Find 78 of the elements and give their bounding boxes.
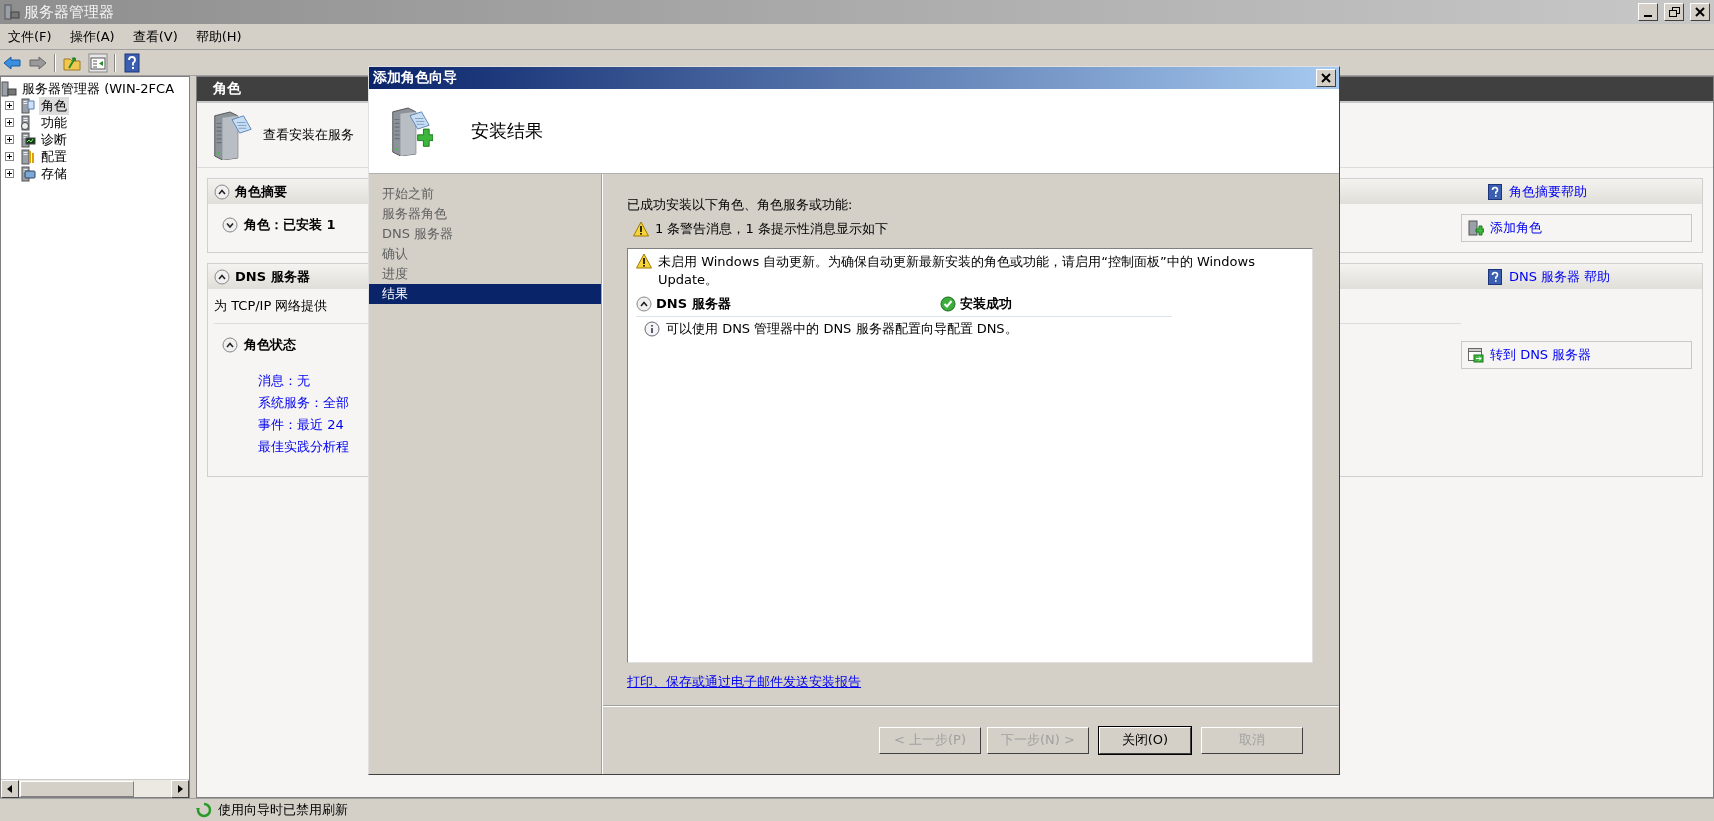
restore-icon (1668, 7, 1680, 17)
info-text: 可以使用 DNS 管理器中的 DNS 服务器配置向导配置 DNS。 (666, 320, 1018, 338)
help-link[interactable]: 角色摘要帮助 (1487, 182, 1702, 201)
collapse-icon[interactable] (222, 217, 238, 233)
server-icon (20, 148, 36, 165)
page-heading: 安装结果 (471, 119, 543, 143)
collapse-icon[interactable] (214, 268, 230, 285)
refresh-icon (196, 802, 212, 818)
wizard-step: 开始之前 (369, 184, 601, 204)
wizard-step: 进度 (369, 264, 601, 284)
wizard-step: 服务器角色 (369, 204, 601, 224)
show-tree-icon[interactable] (88, 52, 108, 73)
close-button[interactable] (1690, 3, 1710, 21)
window-title: 服务器管理器 (24, 2, 114, 22)
restore-button[interactable] (1664, 3, 1684, 21)
section-text: 为 TCP/IP 网络提供 (214, 298, 328, 313)
install-status: 安装成功 (960, 295, 1012, 313)
server-icon (20, 131, 36, 148)
collapse-icon[interactable] (636, 296, 652, 312)
report-link[interactable]: 打印、保存或通过电子邮件发送安装报告 (627, 673, 861, 691)
expand-icon[interactable] (5, 169, 14, 178)
add-role-icon (1468, 220, 1484, 236)
tree-item[interactable]: 角色 (39, 96, 69, 115)
help-icon[interactable] (122, 52, 142, 73)
scroll-left-icon[interactable] (1, 779, 19, 798)
help-icon (1487, 183, 1503, 200)
tree-item[interactable]: 功能 (39, 113, 69, 132)
description: 查看安装在服务 (263, 126, 354, 144)
warning-text: 未启用 Windows 自动更新。为确保自动更新最新安装的角色或功能，请启用“控制面板”中的 Windows Update。 (658, 253, 1256, 289)
close-button[interactable] (1316, 69, 1336, 87)
tree-item[interactable]: 存储 (39, 164, 69, 183)
collapse-icon[interactable] (214, 183, 230, 200)
warning-icon (633, 221, 649, 237)
minimize-button[interactable] (1638, 3, 1658, 21)
menu-item[interactable]: 查看(V) (124, 25, 186, 48)
scroll-right-icon[interactable] (171, 779, 189, 798)
status-link[interactable]: 消息：无 (258, 372, 310, 390)
section-title: DNS 服务器 (235, 267, 310, 286)
app-icon (4, 4, 20, 20)
close-icon (1321, 73, 1331, 83)
status-link[interactable]: 最佳实践分析程 (258, 438, 349, 456)
tree-item[interactable]: 服务器管理器 (WIN-2FCA (20, 79, 177, 98)
tree-item[interactable]: 配置 (39, 147, 69, 166)
expand-icon[interactable] (5, 101, 14, 110)
server-icon (20, 165, 36, 182)
status-text: 使用向导时已禁用刷新 (218, 801, 348, 819)
tree-item[interactable]: 诊断 (39, 130, 69, 149)
help-link[interactable]: DNS 服务器 帮助 (1487, 267, 1702, 286)
status-link[interactable]: 事件：最近 24 (258, 416, 344, 434)
menu-item[interactable]: 操作(A) (61, 25, 123, 48)
collapse-icon[interactable] (222, 337, 238, 353)
go-to-icon (1468, 347, 1484, 363)
success-icon (940, 296, 956, 312)
wizard-step: 结果 (369, 284, 601, 304)
expand-icon[interactable] (5, 135, 14, 144)
menu-item[interactable]: 文件(F) (0, 25, 60, 48)
wizard-step: 确认 (369, 244, 601, 264)
subsection-title: 角色状态 (244, 336, 296, 354)
expand-icon[interactable] (5, 152, 14, 161)
info-icon (644, 321, 660, 337)
summary-text: 已成功安装以下角色、角色服务或功能: (627, 196, 854, 214)
action-link[interactable]: 转到 DNS 服务器 (1461, 341, 1692, 369)
scrollbar-thumb[interactable] (20, 780, 134, 797)
help-icon (1487, 268, 1503, 285)
expand-icon[interactable] (5, 118, 14, 127)
action-link[interactable]: 添加角色 (1461, 214, 1692, 242)
section-title: 角色摘要 (235, 182, 287, 201)
subsection-title: 角色：已安装 1 (244, 216, 336, 234)
wizard-step: DNS 服务器 (369, 224, 601, 244)
status-link[interactable]: 系统服务：全部 (258, 394, 349, 412)
dialog-button[interactable]: 关闭(O) (1099, 726, 1191, 754)
minimize-icon (1644, 15, 1652, 17)
close-icon (1695, 7, 1705, 17)
menu-item[interactable]: 帮助(H) (187, 25, 250, 48)
role-name: DNS 服务器 (656, 295, 732, 313)
server-icon (20, 97, 36, 114)
notice-text: 1 条警告消息，1 条提示性消息显示如下 (655, 220, 888, 238)
warning-icon (636, 253, 652, 269)
